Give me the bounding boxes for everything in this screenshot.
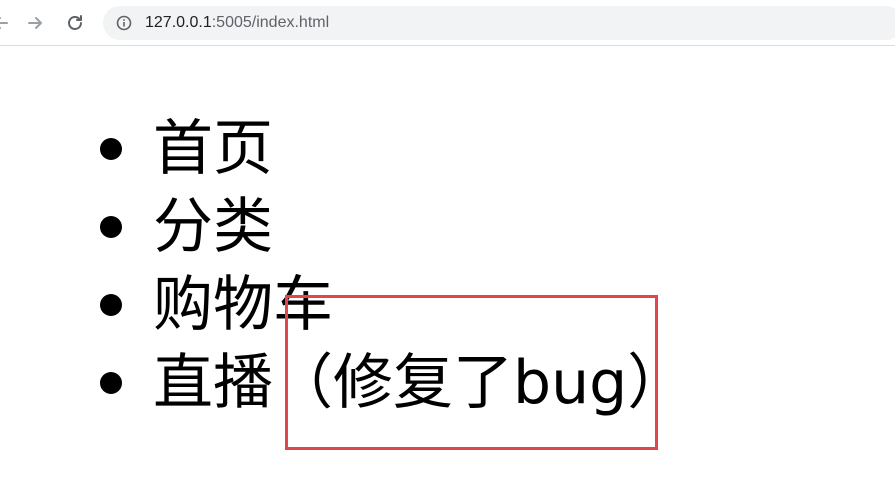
list-item-home: 首页 xyxy=(96,110,687,188)
list-item-label: 首页 xyxy=(153,114,273,184)
bullet-icon xyxy=(100,216,122,238)
url-text[interactable]: 127.0.0.1:5005/index.html xyxy=(145,13,329,33)
back-button[interactable] xyxy=(0,8,16,38)
browser-toolbar: 127.0.0.1:5005/index.html xyxy=(0,0,895,46)
bullet-icon xyxy=(100,372,122,394)
page-content: 首页 分类 购物车 直播 （修复了bug） xyxy=(0,46,895,491)
list-item-label: 直播 xyxy=(153,348,273,418)
bugfix-annotation: （修复了bug） xyxy=(273,348,688,418)
list-item-live: 直播 （修复了bug） xyxy=(96,344,687,422)
forward-arrow-icon xyxy=(28,17,42,29)
reload-icon xyxy=(68,15,82,30)
list-item-label: 购物车 xyxy=(153,270,333,340)
url-host: 127.0.0.1 xyxy=(145,14,212,31)
nav-list: 首页 分类 购物车 直播 （修复了bug） xyxy=(96,110,687,422)
address-bar[interactable]: 127.0.0.1:5005/index.html xyxy=(103,6,895,40)
forward-button[interactable] xyxy=(20,8,50,38)
info-icon[interactable] xyxy=(116,15,132,31)
url-path: :5005/index.html xyxy=(211,14,330,31)
list-item-cart: 购物车 xyxy=(96,266,687,344)
list-item-category: 分类 xyxy=(96,188,687,266)
bullet-icon xyxy=(100,138,122,160)
bullet-icon xyxy=(100,294,122,316)
list-item-label: 分类 xyxy=(153,192,273,262)
reload-button[interactable] xyxy=(60,8,90,38)
back-arrow-icon xyxy=(0,17,8,29)
